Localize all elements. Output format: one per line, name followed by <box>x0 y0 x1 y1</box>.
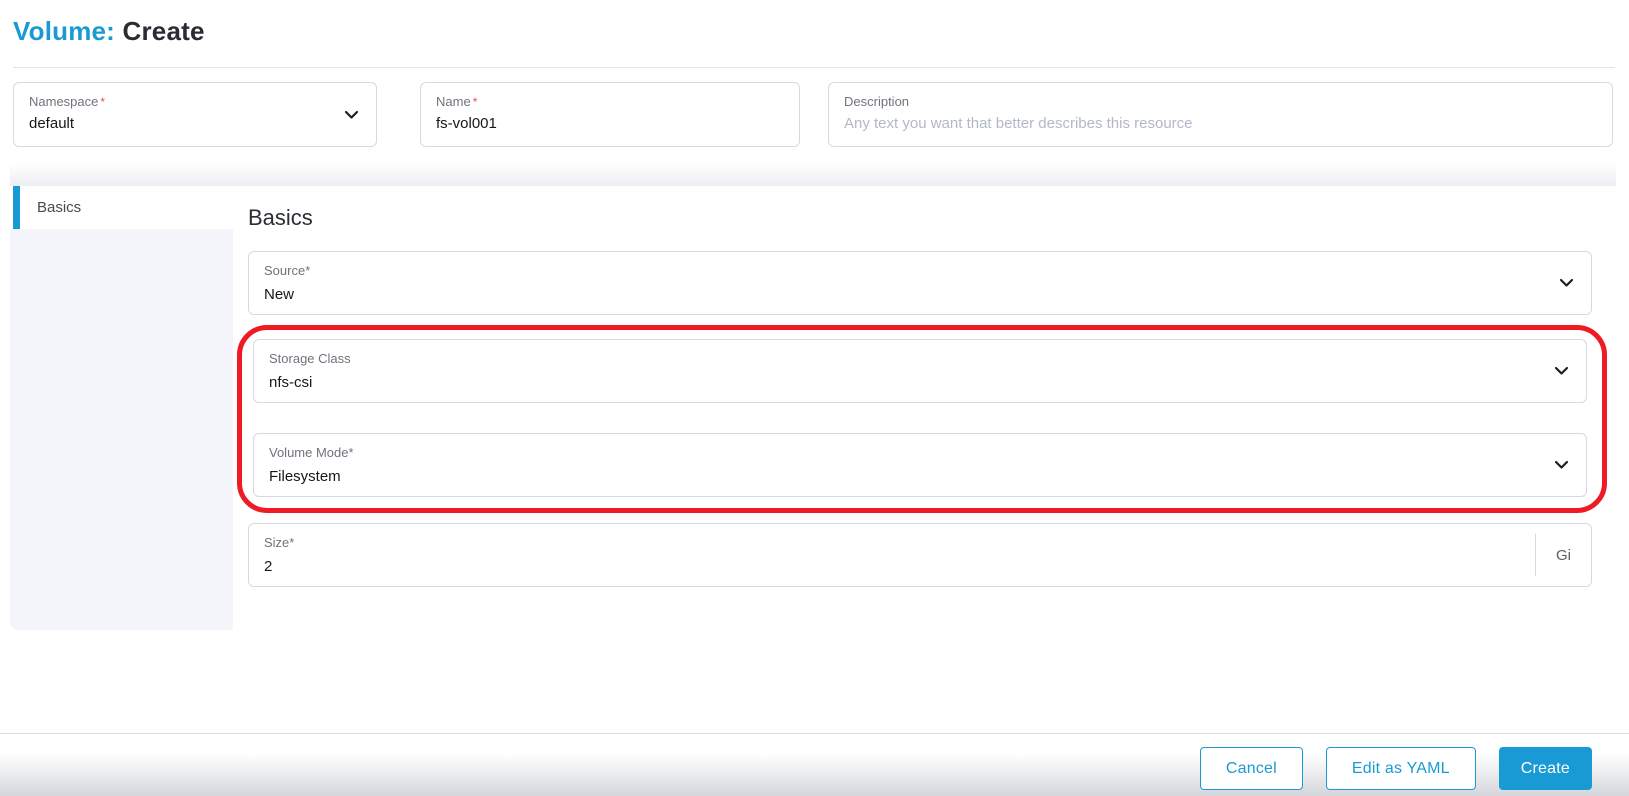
name-label: Name * <box>436 94 478 109</box>
metadata-field-row: Namespace* default Name* Description <box>13 82 1613 147</box>
page-header: Volume: Create <box>13 16 205 47</box>
chevron-down-icon <box>344 110 359 120</box>
sidebar-background <box>10 229 233 630</box>
create-form-panel: Basics Basics Source* New Storage Class … <box>10 163 1616 630</box>
chevron-down-icon <box>1559 278 1574 288</box>
namespace-select[interactable]: Namespace * default <box>13 82 377 147</box>
source-label: Source* <box>264 263 311 278</box>
create-button[interactable]: Create <box>1498 747 1592 790</box>
description-label: Description <box>844 94 910 109</box>
required-asterisk: * <box>348 445 354 460</box>
name-input[interactable] <box>436 115 784 132</box>
section-sidebar: Basics <box>10 186 233 630</box>
sidebar-tab-label: Basics <box>37 199 82 216</box>
annotation-highlight: Storage Class nfs-csi Volume Mode* Files… <box>237 325 1607 513</box>
namespace-value: default <box>29 115 75 132</box>
source-select[interactable]: Source* New <box>248 251 1592 315</box>
required-asterisk: * <box>472 95 478 109</box>
required-asterisk: * <box>289 535 295 550</box>
cancel-button[interactable]: Cancel <box>1199 747 1303 790</box>
volume-mode-select[interactable]: Volume Mode* Filesystem <box>253 433 1587 497</box>
size-input[interactable] <box>264 558 1520 575</box>
required-asterisk: * <box>100 95 106 109</box>
header-divider <box>13 67 1615 68</box>
source-value: New <box>264 286 295 303</box>
active-tab-accent-bar <box>13 186 20 229</box>
sidebar-tab-basics[interactable]: Basics <box>10 186 233 229</box>
edit-as-yaml-button[interactable]: Edit as YAML <box>1325 747 1476 790</box>
description-input[interactable] <box>844 115 1597 132</box>
storage-class-label: Storage Class <box>269 351 351 366</box>
page-title: Volume: Create <box>13 16 205 47</box>
section-heading: Basics <box>248 205 313 230</box>
description-field[interactable]: Description <box>828 82 1613 147</box>
size-unit-suffix: Gi <box>1556 546 1571 564</box>
name-field[interactable]: Name * <box>420 82 800 147</box>
footer-divider <box>0 733 1629 734</box>
chevron-down-icon <box>1554 460 1569 470</box>
size-input-area[interactable]: Size* <box>249 524 1535 586</box>
namespace-label: Namespace * <box>29 94 106 109</box>
required-asterisk: * <box>305 263 311 278</box>
size-field[interactable]: Size* Gi <box>248 523 1592 587</box>
storage-class-value: nfs-csi <box>269 374 313 391</box>
title-action: Create <box>122 16 205 46</box>
chevron-down-icon <box>1554 366 1569 376</box>
volume-mode-label: Volume Mode* <box>269 445 354 460</box>
basics-section: Basics Source* New Storage Class nfs-csi… <box>233 186 1616 630</box>
footer-actions: Cancel Edit as YAML Create <box>1199 747 1592 790</box>
volume-mode-value: Filesystem <box>269 468 341 485</box>
size-label: Size* <box>264 535 295 550</box>
storage-class-select[interactable]: Storage Class nfs-csi <box>253 339 1587 403</box>
title-resource-type: Volume: <box>13 16 116 46</box>
